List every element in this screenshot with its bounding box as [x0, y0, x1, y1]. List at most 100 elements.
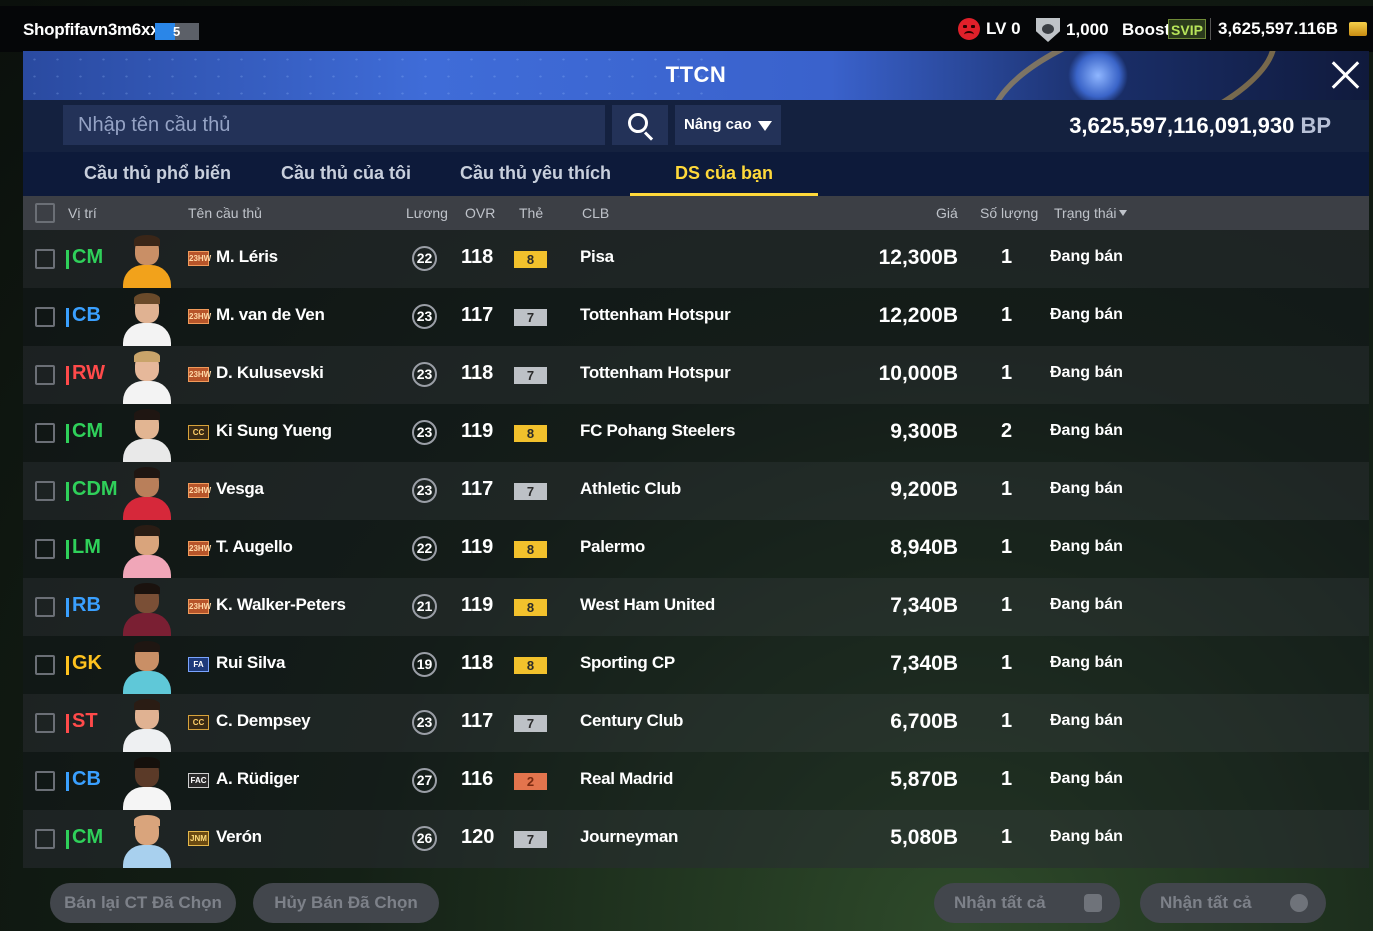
listing-price: 12,200B [878, 304, 958, 327]
row-checkbox[interactable] [35, 539, 55, 559]
col-price[interactable]: Giá [936, 205, 958, 221]
listing-price: 10,000B [878, 362, 958, 385]
listing-price: 5,870B [890, 768, 958, 791]
col-quantity[interactable]: Số lượng [980, 205, 1038, 221]
table-row[interactable]: CM JNM Verón 26 120 7 Journeyman 5,080B 1 Đang bá… [23, 810, 1369, 868]
season-badge-icon: 23HW [188, 309, 211, 324]
upgrade-level-badge: 7 [514, 831, 547, 848]
upgrade-level-badge: 8 [514, 541, 547, 558]
listing-price: 7,340B [890, 652, 958, 675]
listing-status: Đang bán [1050, 248, 1123, 265]
table-row[interactable]: CB FAC A. Rüdiger 27 116 2 Real Madrid 5,870B 1 Đ… [23, 752, 1369, 810]
close-icon[interactable] [1329, 59, 1361, 91]
player-name[interactable]: Vesga [216, 479, 264, 499]
player-name[interactable]: C. Dempsey [216, 711, 311, 731]
angry-face-icon [958, 18, 980, 40]
coin-indicator: 1,000 [1036, 18, 1109, 42]
collect-all-bp-label: Nhận tất cả [1160, 893, 1252, 912]
player-name[interactable]: T. Augello [216, 537, 293, 557]
table-row[interactable]: ST CC C. Dempsey 23 117 7 Century Club 6,700B 1 Đ… [23, 694, 1369, 752]
col-position[interactable]: Vị trí [68, 205, 97, 221]
player-ovr: 118 [461, 652, 494, 674]
player-wage: 23 [412, 710, 437, 735]
position-color-bar [66, 482, 69, 501]
row-checkbox[interactable] [35, 365, 55, 385]
listing-price: 6,700B [890, 710, 958, 733]
season-badge-icon: 23HW [188, 367, 211, 382]
player-name[interactable]: Verón [216, 827, 262, 847]
player-club: Journeyman [580, 827, 679, 846]
player-name[interactable]: Ki Sung Yueng [216, 421, 332, 441]
player-wage: 22 [412, 246, 437, 271]
collect-all-items-button[interactable]: Nhận tất cả [934, 883, 1120, 923]
row-checkbox[interactable] [35, 655, 55, 675]
col-grade[interactable]: Thẻ [519, 205, 543, 221]
col-name[interactable]: Tên cầu thủ [188, 205, 262, 221]
upgrade-level-badge: 8 [514, 657, 547, 674]
col-wage[interactable]: Lương [406, 205, 448, 221]
player-ovr: 117 [461, 304, 494, 326]
player-name[interactable]: A. Rüdiger [216, 769, 299, 789]
table-row[interactable]: CB 23HW M. van de Ven 23 117 7 Tottenham Hotsp… [23, 288, 1369, 346]
player-position: RW [72, 362, 105, 384]
row-checkbox[interactable] [35, 307, 55, 327]
table-row[interactable]: LM 23HW T. Augello 22 119 8 Palermo 8,940B 1 Đang… [23, 520, 1369, 578]
player-name[interactable]: M. Léris [216, 247, 278, 267]
tab-popular-players[interactable]: Cầu thủ phổ biến [75, 152, 240, 196]
row-checkbox[interactable] [35, 713, 55, 733]
tab-my-list[interactable]: DS của bạn [630, 152, 818, 196]
table-row[interactable]: RW 23HW D. Kulusevski 23 118 7 Tottenham Hotsp… [23, 346, 1369, 404]
svip-badge[interactable]: SVIP [1168, 19, 1206, 39]
position-color-bar [66, 540, 69, 559]
row-checkbox[interactable] [35, 597, 55, 617]
search-button[interactable] [612, 105, 668, 145]
player-wage: 27 [412, 768, 437, 793]
player-name[interactable]: M. van de Ven [216, 305, 325, 325]
player-club: Tottenham Hotspur [580, 363, 731, 382]
search-input[interactable] [63, 105, 605, 145]
position-color-bar [66, 656, 69, 675]
row-checkbox[interactable] [35, 771, 55, 791]
player-club: West Ham United [580, 595, 715, 614]
table-row[interactable]: CDM 23HW Vesga 23 117 7 Athletic Club 9,200B 1 Đa… [23, 462, 1369, 520]
collect-all-bp-button[interactable]: Nhận tất cả [1140, 883, 1326, 923]
row-checkbox[interactable] [35, 829, 55, 849]
listing-status: Đang bán [1050, 654, 1123, 671]
select-all-checkbox[interactable] [35, 203, 55, 223]
table-row[interactable]: GK FA Rui Silva 19 118 8 Sporting CP 7,340B 1 Đan… [23, 636, 1369, 694]
player-ovr: 118 [461, 362, 494, 384]
player-club: FC Pohang Steelers [580, 421, 736, 440]
player-name[interactable]: D. Kulusevski [216, 363, 324, 383]
tab-my-players[interactable]: Cầu thủ của tôi [266, 152, 426, 196]
listing-status: Đang bán [1050, 306, 1123, 323]
position-color-bar [66, 366, 69, 385]
row-checkbox[interactable] [35, 481, 55, 501]
tab-favorite-players[interactable]: Cầu thủ yêu thích [453, 152, 618, 196]
col-status[interactable]: Trạng thái [1054, 205, 1127, 221]
table-row[interactable]: CM 23HW M. Léris 22 118 8 Pisa 12,300B 1 Đang bán [23, 230, 1369, 288]
top-status-bar: Shopfifavn3m6xx 5 LV 0 1,000 Boost SVIP … [0, 6, 1373, 52]
listing-price: 12,300B [878, 246, 958, 269]
row-checkbox[interactable] [35, 423, 55, 443]
player-avatar [120, 813, 174, 868]
player-name[interactable]: Rui Silva [216, 653, 285, 673]
col-club[interactable]: CLB [582, 205, 609, 221]
player-ovr: 120 [461, 826, 495, 848]
cancel-sale-selected-button[interactable]: Hủy Bán Đã Chọn [253, 883, 439, 923]
advanced-filter-label: Nâng cao [684, 116, 752, 133]
table-row[interactable]: RB 23HW K. Walker-Peters 21 119 8 West Ham Uni… [23, 578, 1369, 636]
listing-quantity: 1 [1001, 826, 1013, 848]
search-icon [628, 113, 648, 133]
position-color-bar [66, 598, 69, 617]
bp-coin-icon [1349, 22, 1367, 36]
transfer-market-panel: TTCN Nâng cao 3,625,597,116,091,930 BP C… [23, 51, 1369, 931]
resell-selected-button[interactable]: Bán lại CT Đã Chọn [50, 883, 236, 923]
player-position: LM [72, 536, 101, 558]
col-ovr[interactable]: OVR [465, 205, 495, 221]
advanced-filter-button[interactable]: Nâng cao [675, 105, 781, 145]
row-checkbox[interactable] [35, 249, 55, 269]
player-name[interactable]: K. Walker-Peters [216, 595, 346, 615]
position-color-bar [66, 772, 69, 791]
upgrade-level-badge: 7 [514, 483, 547, 500]
table-row[interactable]: CM CC Ki Sung Yueng 23 119 8 FC Pohang Steeler… [23, 404, 1369, 462]
